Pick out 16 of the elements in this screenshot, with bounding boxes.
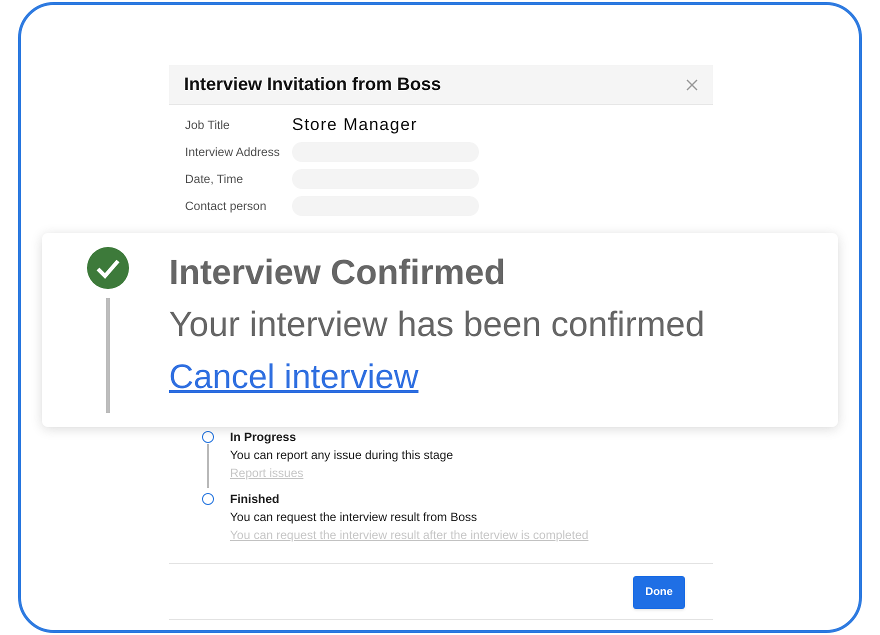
check-circle-icon <box>86 247 128 289</box>
done-button[interactable]: Done <box>633 576 685 609</box>
close-icon[interactable] <box>686 78 698 90</box>
field-label: Date, Time <box>185 171 244 188</box>
step-title: Finished <box>230 491 280 508</box>
field-label: Job Title <box>185 117 231 134</box>
step-description: You can report any issue during this stage <box>230 447 454 464</box>
step-title: In Progress <box>230 429 298 446</box>
step-description: You can request the interview result from Boss <box>230 509 478 526</box>
confirmation-message: Your interview has been confirmed <box>169 304 705 346</box>
cancel-link[interactable]: Cancel interview <box>169 356 418 398</box>
confirmation-title: Interview Confirmed <box>169 252 506 294</box>
field-value: Store Manager <box>292 114 418 136</box>
field-label: Contact person <box>185 198 268 215</box>
field-label: Interview Address <box>185 144 281 161</box>
dialog-title: Interview Invitation from Boss <box>184 73 442 96</box>
